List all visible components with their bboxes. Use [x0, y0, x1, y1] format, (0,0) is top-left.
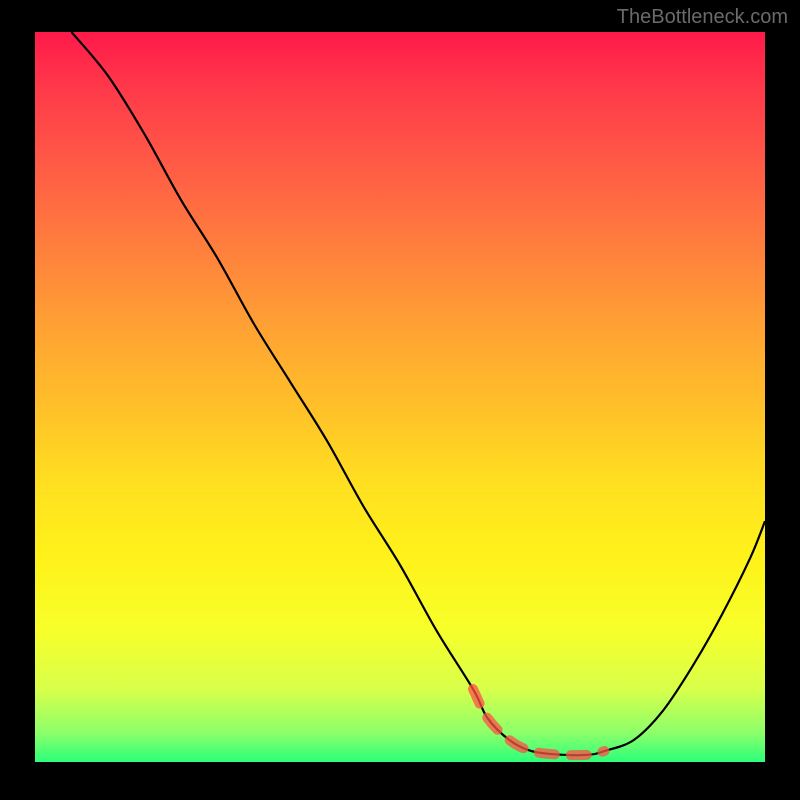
optimal-range-marker	[473, 689, 604, 755]
attribution-text: TheBottleneck.com	[617, 6, 788, 29]
bottleneck-chart	[35, 32, 765, 762]
chart-plot-area	[35, 32, 765, 762]
bottleneck-curve-line	[72, 32, 766, 755]
